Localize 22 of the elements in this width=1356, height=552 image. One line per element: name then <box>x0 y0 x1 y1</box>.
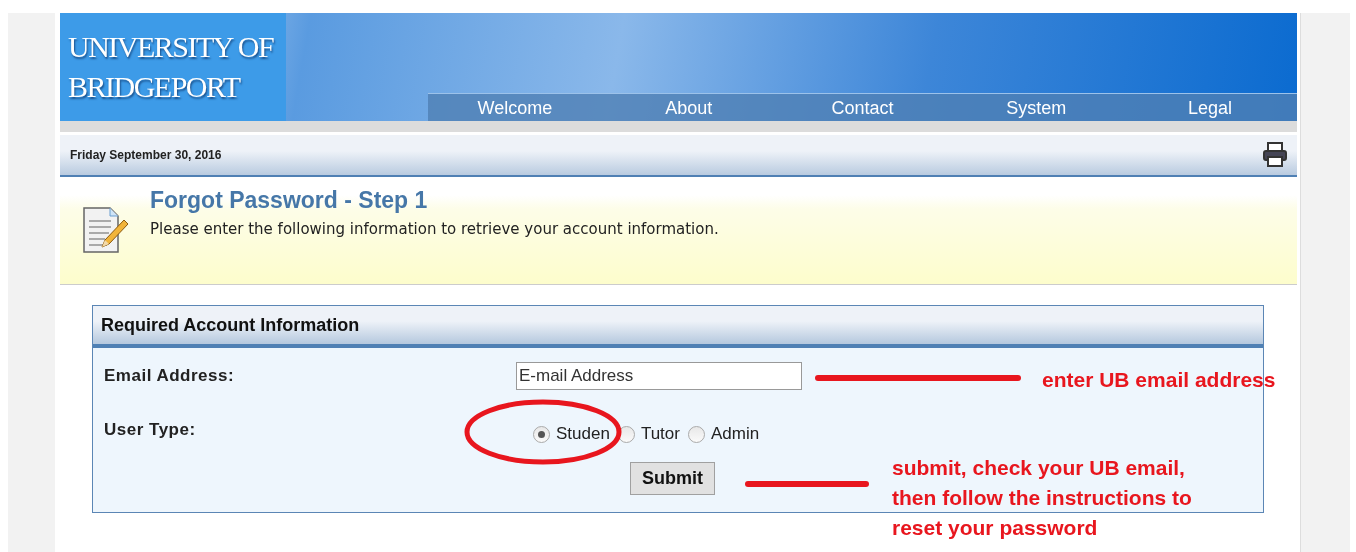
instructions-text: Please enter the following information to retrieve your account information. <box>150 219 719 240</box>
nav-link[interactable]: Contact <box>775 94 950 121</box>
print-icon[interactable] <box>1263 142 1287 168</box>
radio-button[interactable] <box>687 425 705 443</box>
radio-button[interactable] <box>533 425 550 443</box>
university-logo: UNIVERSITY OF BRIDGEPORT <box>60 13 286 121</box>
annotation-text: submit, check your UB email, then follow the instructions to reset your password <box>892 455 1193 541</box>
date-text: Friday September 30, 2016 <box>70 147 222 164</box>
email-field[interactable]: E-mail Address <box>516 362 802 390</box>
nav-link[interactable]: Welcome <box>428 94 602 121</box>
field-label: Email Address: <box>104 365 236 388</box>
page-title: Forgot Password - Step 1 <box>150 186 429 215</box>
nav-link[interactable]: Legal <box>1123 94 1297 121</box>
field-label: User Type: <box>104 419 197 442</box>
nav-link[interactable]: About <box>601 94 776 121</box>
radio-label: Admin <box>710 423 760 446</box>
submit-button[interactable]: Submit <box>630 462 715 495</box>
document-pencil-icon <box>80 205 130 255</box>
panel-title: Required Account Information <box>101 313 360 337</box>
radio-label: Studen <box>556 423 610 446</box>
radio-label: Tutor <box>640 423 680 446</box>
nav-link[interactable]: System <box>949 94 1124 121</box>
